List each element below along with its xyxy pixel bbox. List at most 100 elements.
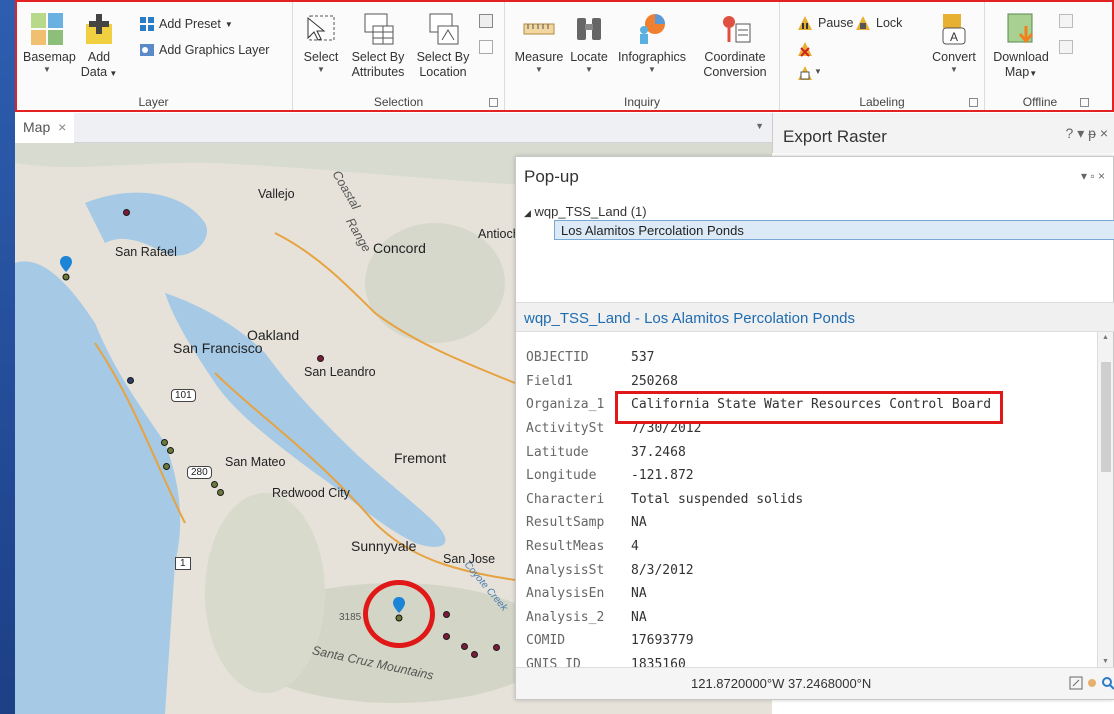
select-label: Select xyxy=(303,50,339,64)
field-row: AnalysisEn NA xyxy=(526,582,991,606)
field-row: AnalysisSt 8/3/2012 xyxy=(526,558,991,582)
field-row: Field1 250268 xyxy=(526,370,991,394)
map-point[interactable] xyxy=(471,651,478,658)
zoom-to-icon[interactable] xyxy=(1069,676,1083,690)
remove-offline-icon[interactable] xyxy=(1059,40,1073,54)
collapse-arrow-icon[interactable]: ◢ xyxy=(524,208,531,218)
chevron-down-icon: ▼ xyxy=(224,19,233,29)
field-value: -121.872 xyxy=(631,468,694,484)
add-preset-button[interactable]: Add Preset ▼ xyxy=(139,16,233,32)
sync-icon[interactable] xyxy=(1059,14,1073,28)
chevron-down-icon: ▼ xyxy=(585,65,593,74)
arcgis-pro-window: Basemap ▼ Add Data ▼ Add Preset ▼ Add Gra… xyxy=(15,0,1114,714)
map-point[interactable] xyxy=(317,355,324,362)
infographics-button[interactable]: Infographics ▼ xyxy=(611,12,693,75)
map-label-san-mateo: San Mateo xyxy=(225,455,286,469)
close-icon[interactable]: × xyxy=(58,119,66,135)
field-key: AnalysisEn xyxy=(526,586,605,602)
labeling-group-label: Labeling xyxy=(859,95,905,109)
flash-icon[interactable] xyxy=(1085,676,1099,690)
popup-selected-feature[interactable]: Los Alamitos Percolation Ponds xyxy=(554,220,1114,240)
pause-labels-button[interactable]: Pause xyxy=(796,14,853,32)
map-point[interactable] xyxy=(167,447,174,454)
coordinate-conversion-button[interactable]: Coordinate Conversion xyxy=(695,12,775,80)
select-button[interactable]: Select ▼ xyxy=(299,12,343,75)
basemap-icon xyxy=(31,13,63,45)
export-raster-title: Export Raster xyxy=(783,127,887,146)
highway-shield-101: 101 xyxy=(171,389,196,402)
map-label-elevation: 3185 xyxy=(339,612,362,623)
ruler-icon xyxy=(523,23,555,35)
popup-tree-layer[interactable]: ◢ wqp_TSS_Land (1) xyxy=(524,204,647,219)
pane-controls[interactable]: ? ▾ ᵽ × xyxy=(1066,125,1108,142)
measure-label: Measure xyxy=(514,50,564,64)
locate-button[interactable]: Locate ▼ xyxy=(565,12,613,75)
label-class-icon[interactable]: ▼ xyxy=(796,64,822,87)
location-select-icon xyxy=(429,13,459,45)
attribute-table-icon[interactable] xyxy=(479,14,493,28)
binoculars-icon xyxy=(577,18,601,40)
scrollbar-thumb[interactable] xyxy=(1101,362,1111,472)
field-row: OBJECTID 537 xyxy=(526,346,991,370)
chevron-down-icon[interactable]: ▼ xyxy=(755,121,764,131)
convert-button[interactable]: A Convert ▼ xyxy=(926,12,982,75)
table-icon xyxy=(364,13,394,45)
measure-button[interactable]: Measure ▼ xyxy=(513,12,565,75)
field-key: ResultSamp xyxy=(526,515,605,531)
highlight-circle xyxy=(363,580,435,648)
basemap-button[interactable]: Basemap ▼ xyxy=(23,12,76,75)
export-raster-pane: Export Raster ? ▾ ᵽ × xyxy=(772,113,1114,153)
location-label: Location xyxy=(419,65,467,79)
lock-labels-button[interactable]: Lock xyxy=(854,14,902,32)
clear-selection-icon[interactable] xyxy=(479,40,493,54)
field-value: 4 xyxy=(631,539,639,555)
map-point[interactable] xyxy=(211,481,218,488)
field-key: Latitude xyxy=(526,444,589,460)
map-point[interactable] xyxy=(461,643,468,650)
map-label-antioch: Antioch xyxy=(478,227,520,241)
map-point[interactable] xyxy=(127,377,134,384)
select-by-location-button[interactable]: Select By Location xyxy=(413,12,473,80)
map-pin-icon[interactable] xyxy=(59,256,73,282)
search-icon[interactable] xyxy=(1101,676,1114,690)
popup-scrollbar[interactable]: ▲ ▼ xyxy=(1097,332,1113,667)
field-key: COMID xyxy=(526,633,566,649)
field-key: AnalysisSt xyxy=(526,562,605,578)
scroll-down-icon[interactable]: ▼ xyxy=(1102,658,1109,665)
field-key: Characteri xyxy=(526,491,605,507)
map-point[interactable] xyxy=(493,644,500,651)
map-label-san-rafael: San Rafael xyxy=(115,245,177,259)
inquiry-group: Measure ▼ Locate ▼ Infographics ▼ Coordi… xyxy=(505,0,780,112)
basemap-label: Basemap xyxy=(23,50,76,64)
add-graphics-layer-label: Add Graphics Layer xyxy=(159,43,270,57)
map-point[interactable] xyxy=(161,439,168,446)
add-graphics-layer-button[interactable]: Add Graphics Layer xyxy=(139,42,269,58)
popup-feature-title: wqp_TSS_Land - Los Alamitos Percolation … xyxy=(516,302,1114,332)
scroll-up-icon[interactable]: ▲ xyxy=(1102,334,1109,341)
field-row: Analysis_2 NA xyxy=(526,606,991,630)
add-data-button[interactable]: Add Data ▼ xyxy=(77,12,121,81)
field-value: Total suspended solids xyxy=(631,491,804,507)
map-point[interactable] xyxy=(443,633,450,640)
map-point[interactable] xyxy=(443,611,450,618)
select-by-attributes-button[interactable]: Select By Attributes xyxy=(345,12,411,80)
view-tab-bar: Map × ▼ xyxy=(15,113,772,143)
map-point[interactable] xyxy=(217,489,224,496)
map-point[interactable] xyxy=(163,463,170,470)
view-unplaced-icon[interactable] xyxy=(796,40,814,63)
offline-launcher-icon[interactable] xyxy=(1080,98,1089,107)
tab-map[interactable]: Map × xyxy=(15,113,75,143)
labeling-launcher-icon[interactable] xyxy=(969,98,978,107)
map-label-san-francisco: San Francisco xyxy=(173,340,263,356)
selection-launcher-icon[interactable] xyxy=(489,98,498,107)
data-label: Data xyxy=(80,65,108,79)
popup-coordinates: 121.8720000°W 37.2468000°N xyxy=(691,676,872,691)
map-point[interactable] xyxy=(123,209,130,216)
download-map-button[interactable]: Download Map▼ xyxy=(989,12,1053,81)
pause-label-icon xyxy=(798,16,812,30)
popup-window-controls[interactable]: ▾ ▫ × xyxy=(1081,169,1105,183)
field-row: Longitude -121.872 xyxy=(526,464,991,488)
infographics-label: Infographics xyxy=(617,50,687,64)
popup-title: Pop-up xyxy=(524,167,579,186)
preset-icon xyxy=(140,17,154,31)
